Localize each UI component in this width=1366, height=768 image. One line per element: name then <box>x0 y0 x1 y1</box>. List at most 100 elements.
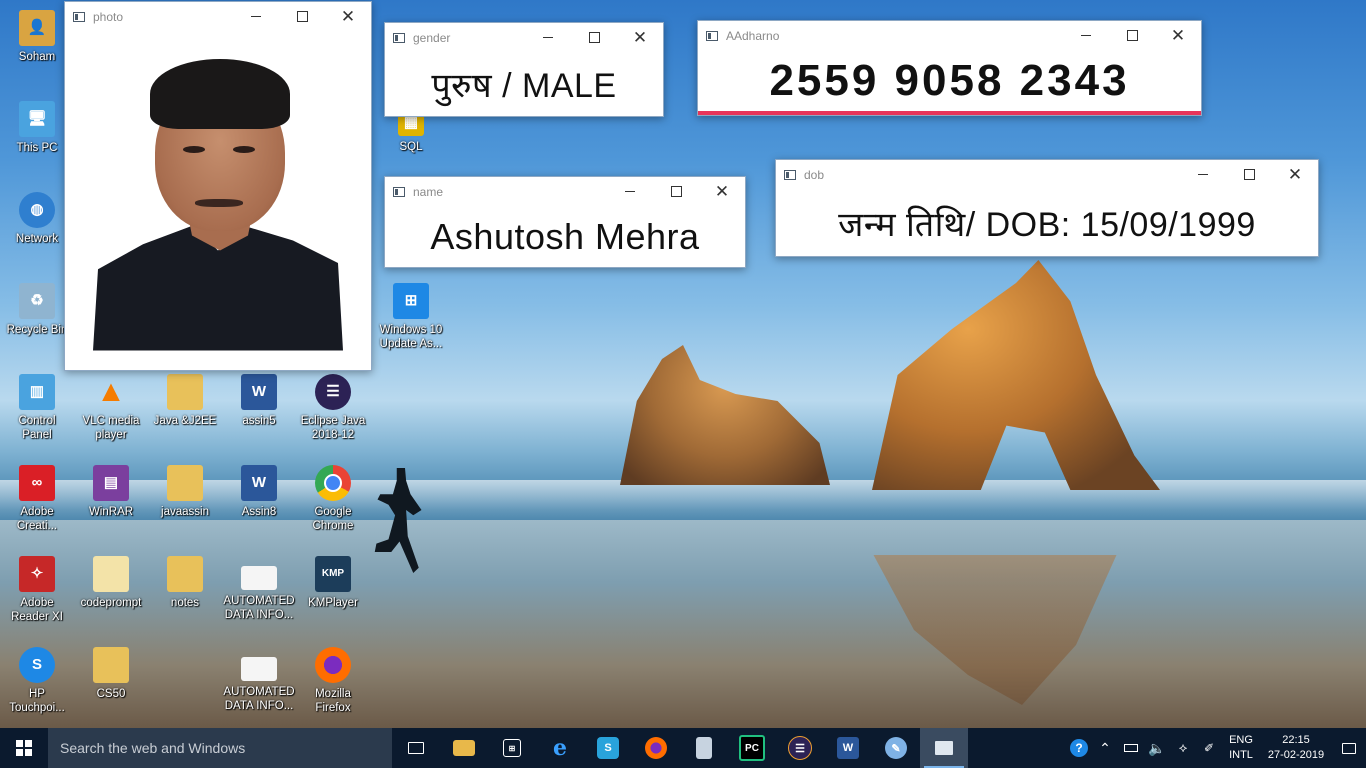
word-button[interactable]: W <box>824 728 872 768</box>
desktop-icon-automated-data-1[interactable]: AUTOMATED DATA INFO... <box>222 556 296 622</box>
maximize-button[interactable] <box>653 177 699 206</box>
minimize-button[interactable] <box>233 2 279 31</box>
title-bar[interactable]: name ✕ <box>385 177 745 206</box>
title-bar[interactable]: dob ✕ <box>776 160 1318 189</box>
close-button[interactable]: ✕ <box>617 23 663 52</box>
desktop-icon-adobe-creative[interactable]: ∞ Adobe Creati... <box>0 465 74 533</box>
photo-eye <box>183 145 205 153</box>
maximize-button[interactable] <box>1109 21 1155 50</box>
document-viewer-button[interactable] <box>680 728 728 768</box>
start-button[interactable] <box>0 728 48 768</box>
pycharm-button[interactable]: PC <box>728 728 776 768</box>
desktop-icon-soham[interactable]: 👤 Soham <box>0 10 74 64</box>
maximize-button[interactable] <box>1226 160 1272 189</box>
title-bar[interactable]: gender ✕ <box>385 23 663 52</box>
store-icon: ⊞ <box>503 739 521 757</box>
keyboard-layout: INTL <box>1229 749 1253 761</box>
desktop-icon-java-j2ee[interactable]: Java &J2EE <box>148 374 222 428</box>
desktop-icon-label: This PC <box>16 142 58 154</box>
photo-window[interactable]: photo ✕ <box>64 1 372 371</box>
word-document-icon: W <box>241 465 277 501</box>
control-panel-icon: ▥ <box>19 374 55 410</box>
window-app-icon <box>784 169 796 180</box>
desktop-icon-codeprompt[interactable]: codeprompt <box>74 556 148 610</box>
minimize-button[interactable] <box>1180 160 1226 189</box>
maximize-button[interactable] <box>571 23 617 52</box>
clock[interactable]: 22:15 27-02-2019 <box>1260 733 1332 763</box>
desktop-icon-label: codeprompt <box>80 597 142 609</box>
desktop-icon-adobe-reader[interactable]: ✧ Adobe Reader XI <box>0 556 74 624</box>
desktop-icon-kmplayer[interactable]: KMP KMPlayer <box>296 556 370 610</box>
desktop-icon-javaassin[interactable]: javaassin <box>148 465 222 519</box>
input-language[interactable]: ENG INTL <box>1222 733 1260 763</box>
desktop-icon-label: Windows 10 Update As... <box>379 324 443 350</box>
name-window[interactable]: name ✕ Ashutosh Mehra <box>384 176 746 268</box>
desktop-icon-assin8[interactable]: W Assin8 <box>222 465 296 519</box>
desktop-icon-cs50[interactable]: CS50 <box>74 647 148 701</box>
desktop-icon-label: Network <box>15 233 59 245</box>
wifi-icon[interactable]: ⟡ <box>1170 728 1196 768</box>
ime-icon[interactable]: ✐ <box>1196 728 1222 768</box>
minimize-button[interactable] <box>1063 21 1109 50</box>
title-bar[interactable]: photo ✕ <box>65 2 371 31</box>
document-thumbnail-icon <box>241 657 277 681</box>
desktop-icon-hp-touchpoint[interactable]: S HP Touchpoi... <box>0 647 74 715</box>
gender-window[interactable]: gender ✕ पुरुष / MALE <box>384 22 664 117</box>
desktop-icon-control-panel[interactable]: ▥ Control Panel <box>0 374 74 442</box>
desktop-icon-firefox[interactable]: Mozilla Firefox <box>296 647 370 715</box>
chevron-up-icon[interactable]: ⌃ <box>1092 728 1118 768</box>
minimize-button[interactable] <box>607 177 653 206</box>
task-view-button[interactable] <box>392 728 440 768</box>
paint-button[interactable]: ✎ <box>872 728 920 768</box>
hp-button[interactable]: S <box>584 728 632 768</box>
file-explorer-icon <box>453 740 475 756</box>
close-button[interactable]: ✕ <box>1272 160 1318 189</box>
desktop-icon-this-pc[interactable]: 🖥 This PC <box>0 101 74 155</box>
folder-icon <box>167 556 203 592</box>
desktop-icon-label: CS50 <box>96 688 126 700</box>
window-title: dob <box>804 167 825 182</box>
desktop-icon-winrar[interactable]: ▤ WinRAR <box>74 465 148 519</box>
desktop-icon-windows-update[interactable]: ⊞ Windows 10 Update As... <box>374 283 448 351</box>
dob-text: जन्म तिथि/ DOB: 15/09/1999 <box>838 205 1256 244</box>
minimize-button[interactable] <box>525 23 571 52</box>
desktop-icon-assin5[interactable]: W assin5 <box>222 374 296 428</box>
desktop-icon-label: AUTOMATED DATA INFO... <box>223 686 295 712</box>
dob-window[interactable]: dob ✕ जन्म तिथि/ DOB: 15/09/1999 <box>775 159 1319 257</box>
desktop-icon-recycle-bin[interactable]: ♻ Recycle Bin <box>0 283 74 337</box>
desktop-icon-notes[interactable]: notes <box>148 556 222 610</box>
desktop-icon-label: Recycle Bin <box>6 324 68 336</box>
search-box[interactable]: Search the web and Windows <box>48 728 392 768</box>
desktop-icon-network[interactable]: ◍ Network <box>0 192 74 246</box>
desktop-icon-label: Eclipse Java 2018-12 <box>300 415 366 441</box>
close-button[interactable]: ✕ <box>1155 21 1201 50</box>
clock-date: 27-02-2019 <box>1267 749 1325 761</box>
desktop-icon-automated-data-2[interactable]: AUTOMATED DATA INFO... <box>222 647 296 713</box>
window-title: AAdharno <box>726 28 780 43</box>
desktop-icon-label: Google Chrome <box>312 506 354 532</box>
desktop-icon-eclipse[interactable]: ☰ Eclipse Java 2018-12 <box>296 374 370 442</box>
aadhar-window[interactable]: AAdharno ✕ 2559 9058 2343 <box>697 20 1202 116</box>
maximize-button[interactable] <box>279 2 325 31</box>
volume-icon[interactable]: 🔈 <box>1144 728 1170 768</box>
close-button[interactable]: ✕ <box>699 177 745 206</box>
eclipse-icon: ☰ <box>315 374 351 410</box>
active-window-button[interactable] <box>920 728 968 768</box>
edge-button[interactable]: e <box>536 728 584 768</box>
firefox-button[interactable] <box>632 728 680 768</box>
vlc-cone-icon: ▲ <box>96 375 126 408</box>
desktop-icon-chrome[interactable]: Google Chrome <box>296 465 370 533</box>
desktop-icon-vlc[interactable]: ▲ VLC media player <box>74 374 148 442</box>
action-center-button[interactable] <box>1332 728 1366 768</box>
store-button[interactable]: ⊞ <box>488 728 536 768</box>
title-bar[interactable]: AAdharno ✕ <box>698 21 1201 50</box>
desktop-icon-label: Java &J2EE <box>153 415 217 427</box>
help-icon[interactable]: ? <box>1066 728 1092 768</box>
battery-icon[interactable] <box>1118 728 1144 768</box>
eclipse-button[interactable]: ☰ <box>776 728 824 768</box>
desktop-icon-label: KMPlayer <box>308 597 358 609</box>
taskbar-pinned-apps: ⊞ e S PC ☰ W ✎ <box>392 728 968 768</box>
file-explorer-button[interactable] <box>440 728 488 768</box>
windows-logo-icon <box>16 740 32 756</box>
close-button[interactable]: ✕ <box>325 2 371 31</box>
